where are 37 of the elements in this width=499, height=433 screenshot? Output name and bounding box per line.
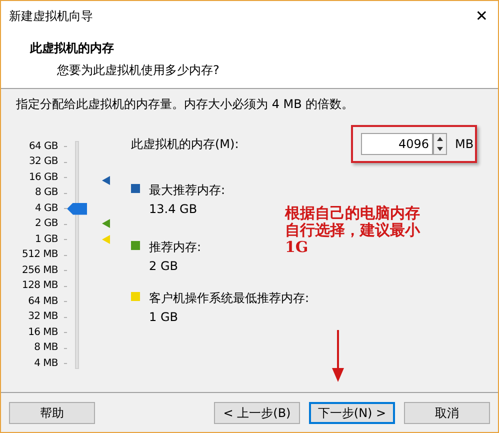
tick-label: 16 GB [28, 172, 58, 183]
tick-label: 16 MB [28, 328, 58, 338]
unit-label: MB [455, 136, 474, 153]
close-button[interactable]: ✕ [475, 8, 488, 24]
field-label: 此虚拟机的内存(M): [131, 136, 239, 153]
wizard-button[interactable]: 下一步(N) > [309, 402, 395, 424]
legend-value: 2 GB [149, 258, 179, 275]
memory-input[interactable]: 4096 [361, 133, 433, 155]
slider-thumb[interactable] [67, 202, 87, 215]
tick-label: 512 MB [22, 250, 58, 260]
legend-value: 13.4 GB [149, 201, 198, 218]
legend-value: 1 GB [149, 309, 179, 326]
wizard-button[interactable]: < 上一步(B) [214, 402, 300, 424]
tick-label: 4 GB [35, 204, 58, 214]
annotation-text: 根据自己的电脑内存自行选择，建议最小1G [285, 205, 422, 256]
instruction-text: 指定分配给此虚拟机的内存量。内存大小必须为 4 MB 的倍数。 [16, 96, 354, 113]
tick-label: 4 MB [34, 358, 58, 369]
tick-label: 8 GB [35, 188, 58, 198]
page-subtitle: 您要为此虚拟机使用多少内存? [57, 62, 220, 79]
tick-label: 2 GB [35, 219, 58, 230]
tick-label: 1 GB [35, 234, 58, 245]
legend-label: 客户机操作系统最低推荐内存: [149, 290, 310, 307]
page-heading: 此虚拟机的内存 [30, 40, 114, 57]
spin-buttons[interactable] [433, 133, 447, 155]
wizard-button[interactable]: 取消 [404, 402, 490, 424]
tick-label: 32 MB [28, 312, 58, 322]
legend-label: 最大推荐内存: [149, 182, 226, 199]
tick-label: 8 MB [34, 343, 58, 354]
arrow-icon [332, 330, 344, 382]
legend-label: 推荐内存: [149, 239, 202, 256]
window-title: 新建虚拟机向导 [9, 8, 93, 25]
tick-label: 64 GB [28, 142, 58, 152]
tick-label: 32 GB [28, 157, 58, 168]
tick-label: 64 MB [28, 296, 58, 307]
wizard-button[interactable]: 帮助 [9, 402, 95, 424]
tick-label: 128 MB [22, 281, 58, 292]
tick-label: 256 MB [22, 266, 58, 276]
